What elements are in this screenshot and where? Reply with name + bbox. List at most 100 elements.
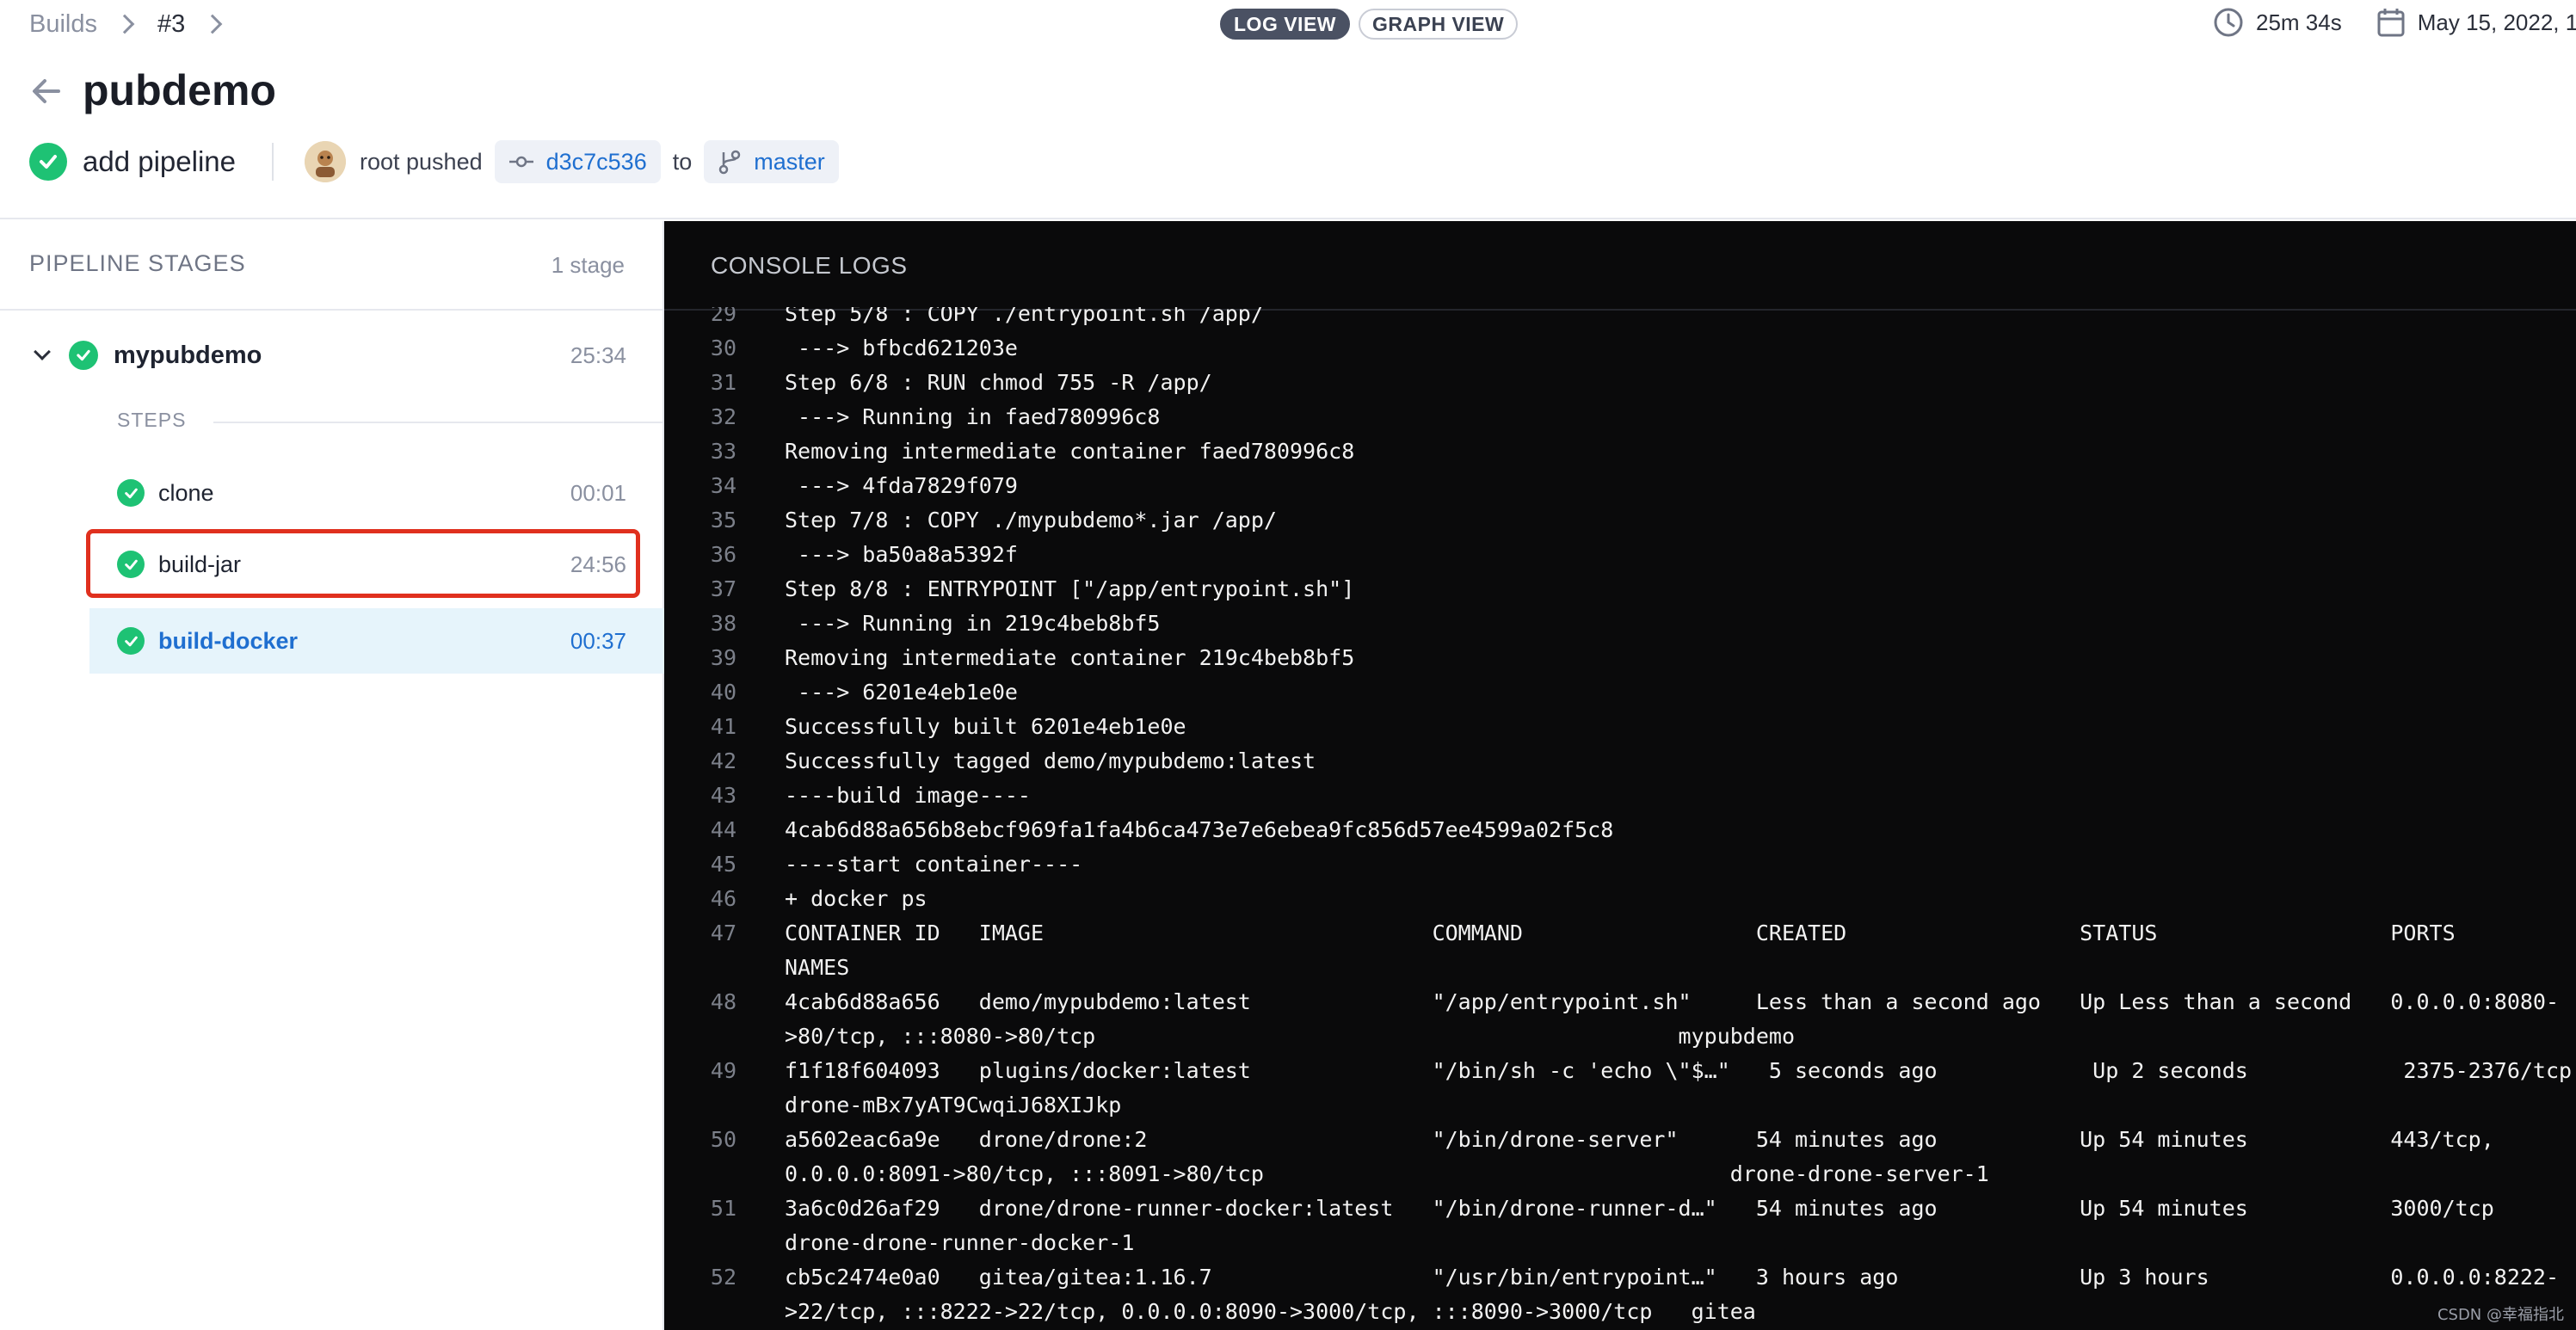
log-line-text: Successfully built 6201e4eb1e0e — [785, 714, 1186, 739]
log-line-text: 0.0.0.0:8091->80/tcp, :::8091->80/tcp dr… — [785, 1161, 1989, 1186]
log-line-text: Removing intermediate container faed7809… — [785, 439, 1355, 464]
build-header: Builds #3 LOG VIEW GRAPH VIEW 25m 34s Ma… — [0, 0, 2576, 219]
success-check-icon — [29, 143, 67, 181]
log-line-number: 46 — [710, 886, 736, 911]
console-header: CONSOLE LOGS — [664, 221, 2576, 311]
success-check-icon — [117, 627, 145, 655]
breadcrumb-builds-link[interactable]: Builds — [29, 10, 97, 39]
log-line-number: 41 — [710, 714, 736, 739]
log-line-text: ---> 6201e4eb1e0e — [785, 680, 1018, 705]
log-line-text: 3a6c0d26af29 drone/drone-runner-docker:l… — [785, 1196, 2494, 1221]
build-date: May 15, 2022, 1 — [2417, 9, 2576, 35]
log-line-number: 45 — [710, 852, 736, 877]
stage-count: 1 stage — [551, 252, 625, 278]
breadcrumb-current[interactable]: #3 — [157, 10, 185, 39]
avatar — [305, 141, 346, 182]
build-duration: 25m 34s — [2256, 9, 2342, 35]
log-view-button[interactable]: LOG VIEW — [1220, 9, 1350, 40]
console-title: CONSOLE LOGS — [711, 252, 908, 279]
log-line-number: 30 — [710, 336, 736, 360]
log-output[interactable]: 29 Step 5/8 : COPY ./entrypoint.sh /app/3… — [664, 307, 2576, 1330]
git-branch-icon — [719, 150, 741, 175]
stages-panel-header: PIPELINE STAGES 1 stage — [0, 221, 662, 311]
success-check-icon — [69, 341, 98, 370]
step-build-docker[interactable]: build-docker 00:37 — [89, 608, 664, 674]
steps-label: STEPS — [117, 409, 187, 431]
divider — [213, 422, 664, 423]
log-line-number: 42 — [710, 748, 736, 773]
log-line-number: 43 — [710, 783, 736, 808]
graph-view-button[interactable]: GRAPH VIEW — [1359, 9, 1519, 40]
log-line-number: 38 — [710, 611, 736, 636]
step-clone[interactable]: clone 00:01 — [89, 460, 664, 526]
log-line-text: ---> Running in faed780996c8 — [785, 404, 1161, 429]
log-line-number: 33 — [710, 439, 736, 464]
log-line-number: 51 — [710, 1196, 736, 1221]
stage-name: mypubdemo — [114, 341, 262, 369]
log-line-text: Step 5/8 : COPY ./entrypoint.sh /app/ — [785, 307, 1264, 326]
log-line-text: ----start container---- — [785, 852, 1083, 877]
log-line-number: 49 — [710, 1058, 736, 1083]
step-name: build-docker — [158, 627, 299, 654]
watermark: CSDN @幸福指北 — [2437, 1306, 2564, 1324]
log-line-text: 4cab6d88a656 demo/mypubdemo:latest "/app… — [785, 989, 2560, 1014]
log-line-text: 4cab6d88a656b8ebcf969fa1fa4b6ca473e7e6eb… — [785, 817, 1614, 842]
back-arrow-icon[interactable] — [29, 74, 64, 108]
log-line-number: 52 — [710, 1265, 736, 1290]
commit-author-action: root pushed — [360, 148, 483, 175]
chevron-right-icon[interactable] — [202, 14, 223, 34]
success-check-icon — [117, 479, 145, 507]
console-logs-panel: CONSOLE LOGS 29 Step 5/8 : COPY ./entrypo… — [664, 221, 2576, 1330]
log-line-text: ---> bfbcd621203e — [785, 336, 1018, 360]
log-line-number: 50 — [710, 1127, 736, 1152]
log-line-text: drone-drone-runner-docker-1 — [785, 1230, 1135, 1255]
branch-name: master — [754, 148, 825, 175]
chevron-down-icon[interactable] — [34, 343, 51, 360]
chevron-right-icon — [114, 14, 135, 34]
step-name: clone — [158, 479, 214, 506]
log-line-number: 35 — [710, 508, 736, 533]
stage-time: 25:34 — [570, 342, 626, 368]
log-line-number: 37 — [710, 576, 736, 601]
stage-mypubdemo[interactable]: mypubdemo 25:34 — [29, 333, 626, 378]
log-line-number: 31 — [710, 370, 736, 395]
log-line-text: ---> 4fda7829f079 — [785, 473, 1018, 498]
log-line-text: drone-mBx7yAT9CwqiJ68XIJkp — [785, 1093, 1122, 1118]
log-line-text: >80/tcp, :::8080->80/tcp mypubdemo — [785, 1024, 1795, 1049]
pipeline-stages-panel: PIPELINE STAGES 1 stage mypubdemo 25:34 … — [0, 221, 664, 1330]
log-line-number: 47 — [710, 921, 736, 945]
log-line-text: Step 8/8 : ENTRYPOINT ["/app/entrypoint.… — [785, 576, 1355, 601]
view-toggle: LOG VIEW GRAPH VIEW — [1220, 9, 1519, 40]
step-time: 00:37 — [570, 627, 626, 654]
divider — [272, 143, 274, 181]
log-line-text: a5602eac6a9e drone/drone:2 "/bin/drone-s… — [785, 1127, 2494, 1152]
step-time: 00:01 — [570, 479, 626, 506]
log-line-text: Removing intermediate container 219c4beb… — [785, 645, 1355, 670]
branch-link[interactable]: master — [704, 140, 839, 183]
log-line-number: 40 — [710, 680, 736, 705]
clock-icon — [2214, 8, 2243, 37]
log-line-text: >22/tcp, :::8222->22/tcp, 0.0.0.0:8090->… — [785, 1299, 1756, 1324]
commit-message: add pipeline — [83, 145, 236, 177]
log-line-text: Successfully tagged demo/mypubdemo:lates… — [785, 748, 1316, 773]
commit-info: add pipeline root pushed d3c7c536 to mas… — [29, 140, 839, 183]
stages-panel-title: PIPELINE STAGES — [29, 250, 246, 276]
log-line-number: 29 — [710, 307, 736, 326]
log-line-number: 44 — [710, 817, 736, 842]
log-line-number: 48 — [710, 989, 736, 1014]
log-line-text: ----build image---- — [785, 783, 1031, 808]
log-line-text: Step 6/8 : RUN chmod 755 -R /app/ — [785, 370, 1212, 395]
log-line-number: 36 — [710, 542, 736, 567]
build-meta: 25m 34s May 15, 2022, 1 — [2213, 7, 2576, 38]
highlight-annotation-box — [86, 529, 640, 598]
commit-sha: d3c7c536 — [545, 148, 647, 175]
log-line-text: ---> ba50a8a5392f — [785, 542, 1018, 567]
breadcrumb: Builds #3 — [29, 9, 245, 40]
commit-sha-link[interactable]: d3c7c536 — [494, 140, 661, 183]
calendar-icon — [2377, 9, 2405, 37]
log-line-text: + docker ps — [785, 886, 927, 911]
page-title: pubdemo — [83, 66, 276, 114]
git-commit-icon — [508, 156, 533, 168]
log-line-text: ---> Running in 219c4beb8bf5 — [785, 611, 1161, 636]
log-line-text: NAMES — [785, 955, 850, 980]
